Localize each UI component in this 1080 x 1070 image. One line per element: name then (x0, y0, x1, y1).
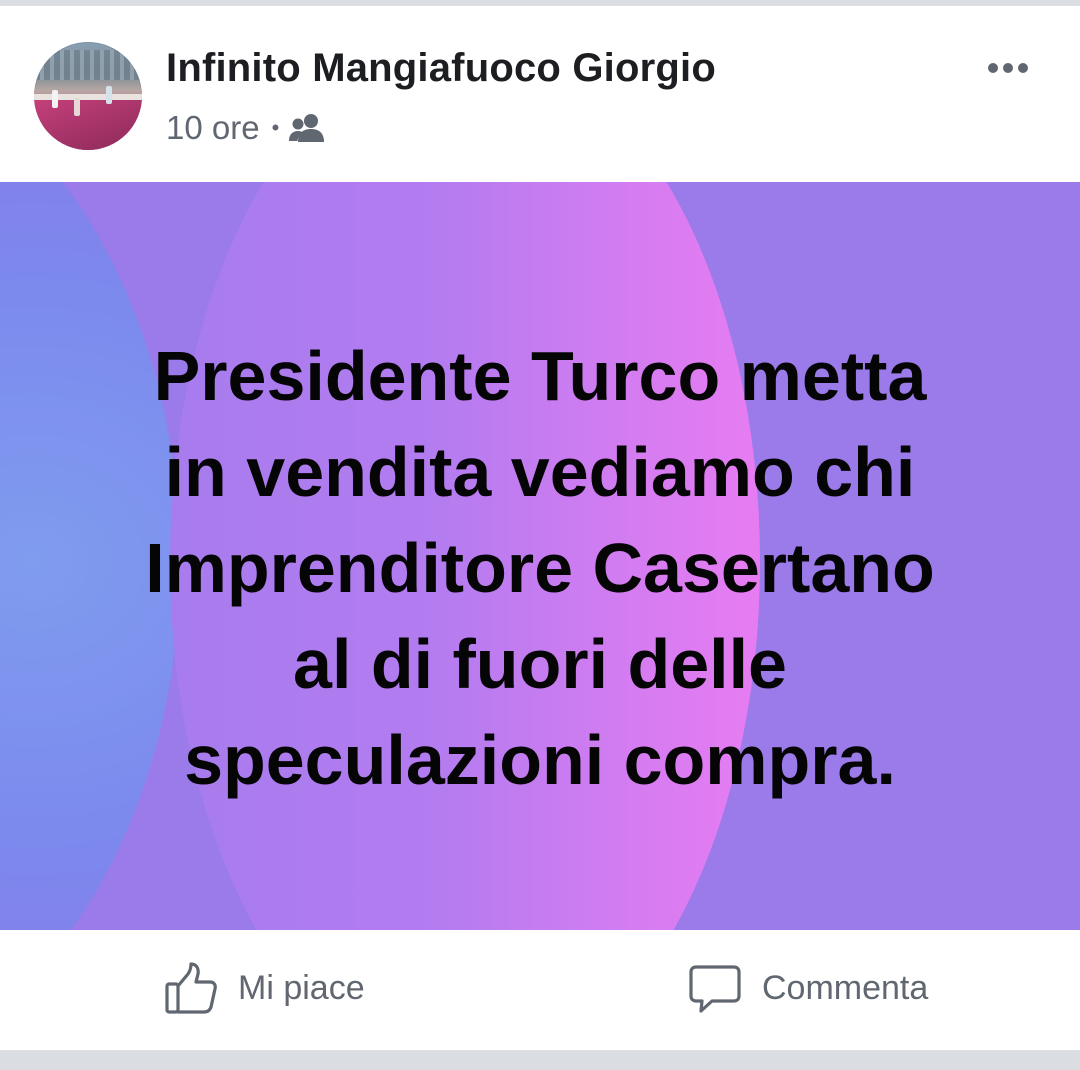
post-text: Presidente Turco metta in vendita vediam… (145, 337, 935, 799)
meta-separator: • (271, 115, 280, 140)
friends-icon[interactable] (289, 112, 325, 144)
more-options-icon[interactable] (980, 48, 1036, 88)
comment-icon (689, 965, 741, 1013)
feed-divider-bottom (0, 1050, 1080, 1070)
thumbs-up-icon (165, 962, 217, 1014)
avatar[interactable] (34, 42, 142, 150)
comment-label: Commenta (762, 968, 929, 1007)
comment-button[interactable]: Commenta (688, 958, 928, 1018)
post-timestamp[interactable]: 10 ore (166, 109, 260, 147)
post-actions-bar: Mi piace Commenta (0, 930, 1080, 1050)
post-meta: 10 ore • (166, 108, 325, 148)
author-name[interactable]: Infinito Mangiafuoco Giorgio (166, 46, 716, 91)
like-button[interactable]: Mi piace (164, 958, 365, 1018)
like-label: Mi piace (238, 968, 365, 1007)
post-header: Infinito Mangiafuoco Giorgio 10 ore • (0, 6, 1080, 182)
